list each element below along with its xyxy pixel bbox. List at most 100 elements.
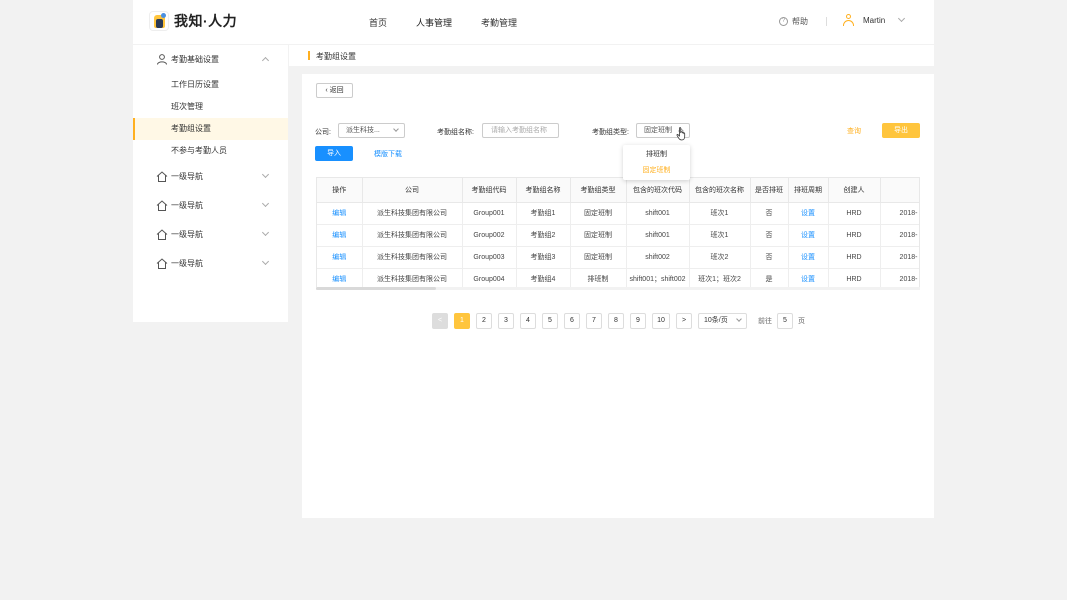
top-header: 我知·人力 首页 人事管理 考勤管理 ? 帮助 Martin: [133, 0, 934, 44]
help-icon: ?: [779, 17, 788, 26]
sidebar-item-shift-management[interactable]: 班次管理: [133, 96, 288, 118]
table-cell: 否: [750, 224, 789, 247]
back-button[interactable]: ‹ 返回: [316, 83, 353, 98]
page-size-value: 10条/页: [704, 317, 728, 324]
edit-link[interactable]: 编辑: [317, 202, 363, 225]
table-cell: HRD: [828, 268, 881, 287]
company-select-value: 派生科技...: [346, 127, 380, 134]
schedule-set-link[interactable]: 设置: [788, 246, 829, 269]
next-page-button[interactable]: >: [676, 313, 692, 329]
logo[interactable]: 我知·人力: [149, 11, 237, 31]
schedule-set-link[interactable]: 设置: [788, 202, 829, 225]
template-download-link[interactable]: 模版下载: [374, 149, 402, 159]
page-button[interactable]: 5: [542, 313, 558, 329]
query-button[interactable]: 查询: [847, 126, 861, 136]
sidebar-nav-item[interactable]: 一级导航: [133, 164, 288, 188]
column-header: 创建人: [828, 178, 881, 203]
sidebar-nav-item[interactable]: 一级导航: [133, 251, 288, 275]
chevron-down-icon: [261, 199, 270, 208]
table-cell: HRD: [828, 224, 881, 247]
table-cell: 否: [750, 202, 789, 225]
dropdown-option-fixed[interactable]: 固定班制: [623, 163, 690, 179]
nav-hr[interactable]: 人事管理: [416, 16, 452, 29]
sidebar-item-work-calendar[interactable]: 工作日历设置: [133, 74, 288, 96]
table-cell: Group001: [462, 202, 517, 225]
sidebar-nav-label: 一级导航: [171, 200, 203, 210]
table-cell: 班次1: [689, 224, 751, 247]
nav-home[interactable]: 首页: [369, 16, 387, 29]
page-size-select[interactable]: 10条/页: [698, 313, 747, 329]
group-name-input[interactable]: 请输入考勤组名称: [482, 123, 559, 138]
table-cell: 固定班制: [570, 246, 627, 269]
table-cell: 派生科技集团有限公司: [362, 224, 463, 247]
column-header: 是否排班: [750, 178, 789, 203]
column-header: 考勤组名称: [516, 178, 571, 203]
help-link[interactable]: ? 帮助: [779, 16, 808, 27]
sidebar-item-attendance-group[interactable]: 考勤组设置: [133, 118, 288, 140]
chevron-down-icon: [261, 228, 270, 237]
table-cell: 派生科技集团有限公司: [362, 202, 463, 225]
company-select[interactable]: 派生科技...: [338, 123, 405, 138]
group-type-select-value: 固定班制: [644, 127, 672, 134]
sidebar-group-attendance-settings[interactable]: 考勤基础设置: [133, 47, 288, 71]
group-name-label: 考勤组名称:: [437, 129, 474, 136]
page-button[interactable]: 8: [608, 313, 624, 329]
table-cell: 派生科技集团有限公司: [362, 268, 463, 287]
prev-page-button[interactable]: <: [432, 313, 448, 329]
sidebar-group-label: 考勤基础设置: [171, 54, 219, 64]
home-icon: [156, 199, 168, 211]
chevron-up-icon: [261, 56, 270, 65]
table-cell: 班次2: [689, 246, 751, 269]
page-button[interactable]: 3: [498, 313, 514, 329]
table-row: 编辑 派生科技集团有限公司 Group001 考勤组1 固定班制 shift00…: [317, 202, 919, 225]
user-name: Martin: [863, 15, 886, 25]
table-cell: 班次1；班次2: [689, 268, 751, 287]
table-cell: HRD: [828, 246, 881, 269]
page-button[interactable]: 7: [586, 313, 602, 329]
page-button[interactable]: 4: [520, 313, 536, 329]
schedule-set-link[interactable]: 设置: [788, 224, 829, 247]
help-label: 帮助: [792, 17, 808, 26]
sidebar-item-excluded-staff[interactable]: 不参与考勤人员: [133, 140, 288, 162]
column-header: 公司: [362, 178, 463, 203]
table-cell: 2018-: [880, 224, 919, 247]
user-menu[interactable]: Martin: [843, 14, 906, 26]
sidebar: 考勤基础设置 工作日历设置 班次管理 考勤组设置 不参与考勤人员 一级导航 一级…: [133, 45, 288, 322]
table-cell: 2018-: [880, 246, 919, 269]
table-cell: 考勤组2: [516, 224, 571, 247]
horizontal-scrollbar[interactable]: [316, 287, 920, 290]
dropdown-option-rotating[interactable]: 排班制: [623, 147, 690, 163]
table-cell: shift001: [626, 202, 690, 225]
table-cell: 派生科技集团有限公司: [362, 246, 463, 269]
schedule-set-link[interactable]: 设置: [788, 268, 829, 287]
table-row: 编辑 派生科技集团有限公司 Group002 考勤组2 固定班制 shift00…: [317, 224, 919, 247]
hand-cursor-icon: [676, 127, 686, 141]
page-button[interactable]: 10: [652, 313, 670, 329]
sidebar-nav-item[interactable]: 一级导航: [133, 193, 288, 217]
page-button[interactable]: 9: [630, 313, 646, 329]
table-cell: Group002: [462, 224, 517, 247]
chevron-down-icon: [393, 126, 399, 132]
nav-attendance[interactable]: 考勤管理: [481, 16, 517, 29]
table-cell: 班次1: [689, 202, 751, 225]
sidebar-nav-item[interactable]: 一级导航: [133, 222, 288, 246]
home-icon: [156, 170, 168, 182]
table-cell: 2018-: [880, 202, 919, 225]
column-header: 操作: [317, 178, 363, 203]
page-button[interactable]: 2: [476, 313, 492, 329]
user-icon: [843, 14, 854, 26]
edit-link[interactable]: 编辑: [317, 268, 363, 287]
group-type-label: 考勤组类型:: [592, 129, 629, 136]
main-panel: ‹ 返回 公司: 派生科技... 考勤组名称: 请输入考勤组名称 考勤组类型: …: [302, 74, 934, 518]
chevron-down-icon: [898, 14, 906, 23]
export-button[interactable]: 导出: [882, 123, 920, 138]
import-button[interactable]: 导入: [315, 146, 353, 161]
edit-link[interactable]: 编辑: [317, 224, 363, 247]
page-jump-input[interactable]: 5: [777, 313, 793, 329]
page-button[interactable]: 6: [564, 313, 580, 329]
edit-link[interactable]: 编辑: [317, 246, 363, 269]
scrollbar-thumb[interactable]: [316, 287, 436, 290]
company-label: 公司:: [315, 129, 331, 136]
table-header-row: 操作 公司 考勤组代码 考勤组名称 考勤组类型 包含的班次代码 包含的班次名称 …: [317, 178, 919, 203]
page-button[interactable]: 1: [454, 313, 470, 329]
